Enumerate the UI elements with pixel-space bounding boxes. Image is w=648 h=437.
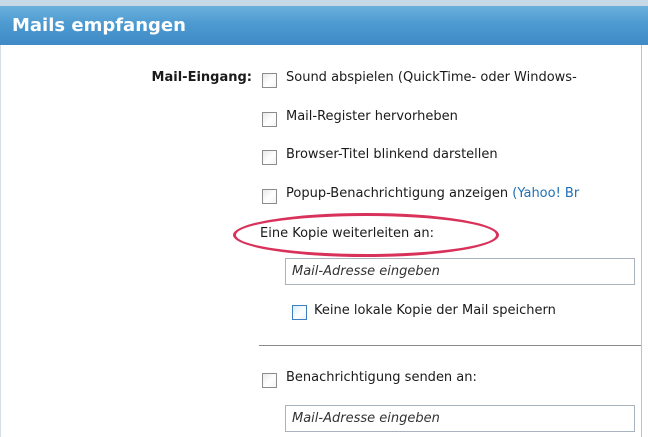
- forward-copy-label: Eine Kopie weiterleiten an:: [260, 226, 434, 241]
- blink-title-label[interactable]: Browser-Titel blinkend darstellen: [286, 147, 498, 162]
- no-local-copy-label[interactable]: Keine lokale Kopie der Mail speichern: [314, 303, 556, 318]
- sound-checkbox[interactable]: [262, 73, 277, 88]
- mail-settings-panel: Mails empfangen Mail-Eingang: Sound absp…: [0, 0, 648, 437]
- highlight-register-checkbox[interactable]: [262, 112, 277, 127]
- mail-incoming-label: Mail-Eingang:: [151, 70, 252, 85]
- panel-title: Mails empfangen: [12, 15, 186, 36]
- highlight-register-label[interactable]: Mail-Register hervorheben: [286, 109, 458, 124]
- forward-email-input[interactable]: Mail-Adresse eingeben: [285, 258, 635, 285]
- sound-checkbox-label[interactable]: Sound abspielen (QuickTime- oder Windows…: [286, 70, 577, 85]
- popup-notification-label[interactable]: Popup-Benachrichtigung anzeigen (Yahoo! …: [286, 186, 579, 201]
- panel-right-border: [641, 45, 642, 437]
- section-divider: [259, 345, 641, 346]
- notify-label[interactable]: Benachrichtigung senden an:: [286, 370, 477, 385]
- notify-email-input[interactable]: Mail-Adresse eingeben: [285, 405, 635, 432]
- notify-checkbox[interactable]: [262, 373, 277, 388]
- no-local-copy-checkbox[interactable]: [292, 305, 307, 320]
- panel-header: Mails empfangen: [0, 0, 648, 45]
- panel-left-border: [0, 45, 1, 437]
- blink-title-checkbox[interactable]: [262, 150, 277, 165]
- popup-notification-checkbox[interactable]: [262, 189, 277, 204]
- yahoo-link[interactable]: (Yahoo! Br: [512, 186, 579, 201]
